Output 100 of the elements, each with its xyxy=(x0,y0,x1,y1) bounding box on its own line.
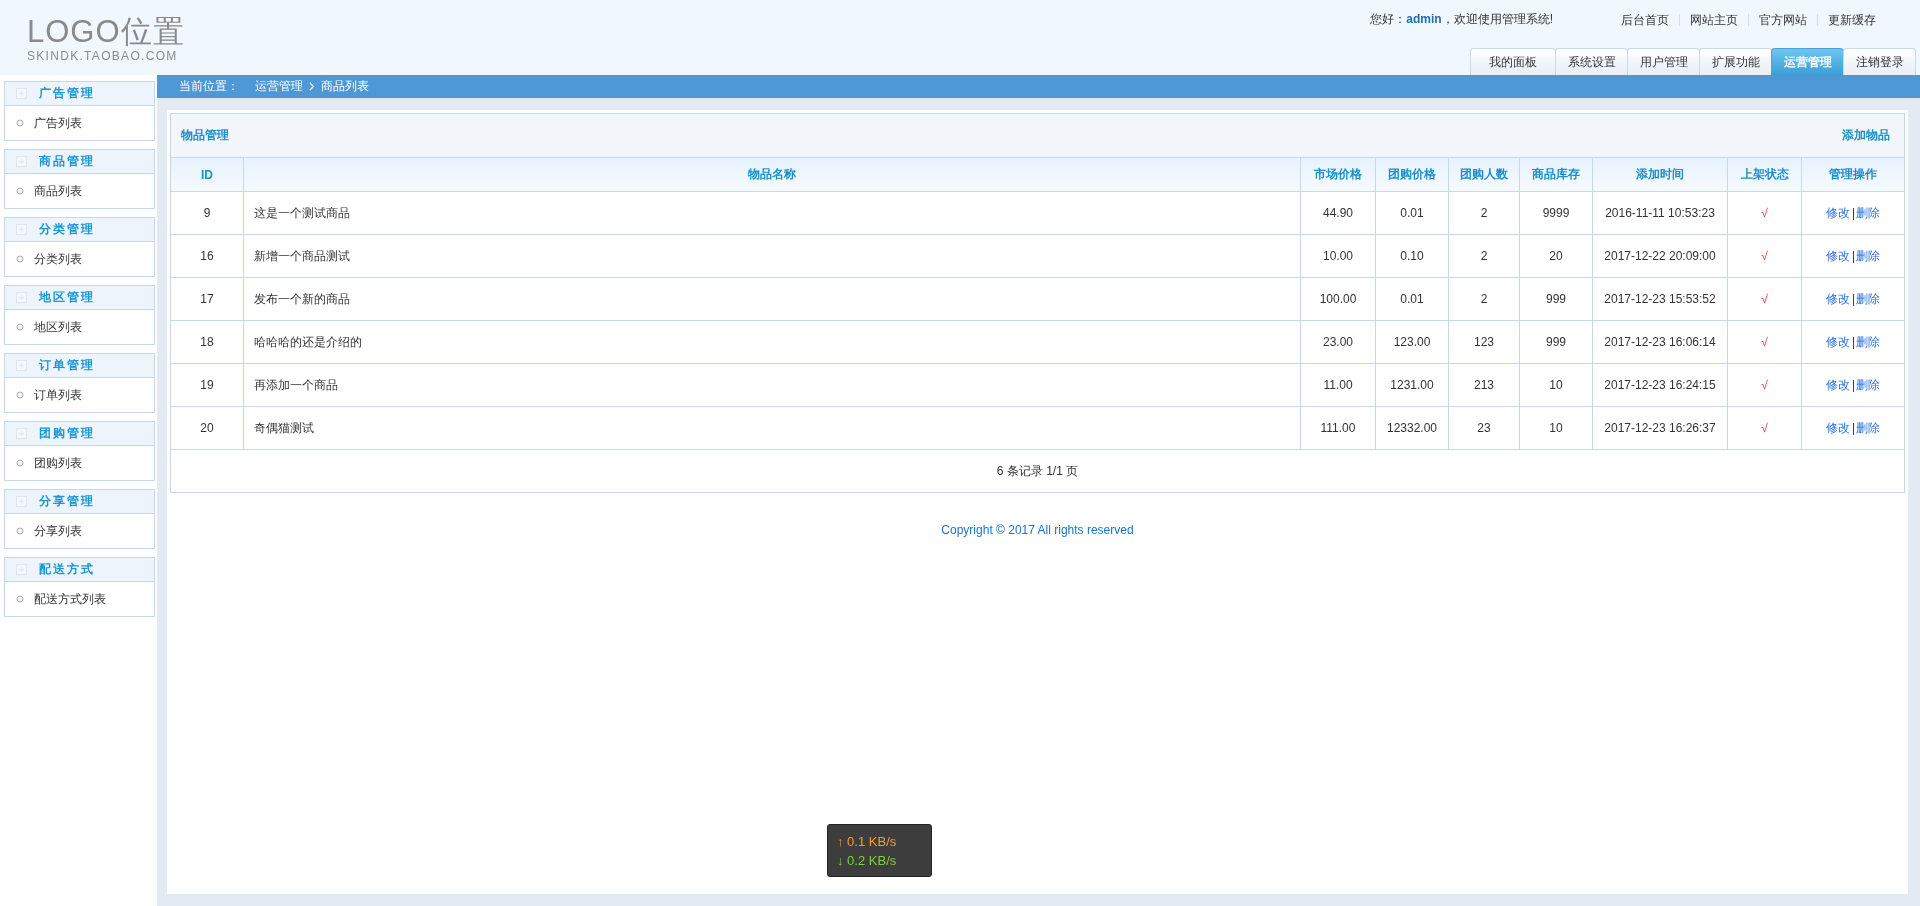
table-cell: 0.01 xyxy=(1375,191,1449,235)
sidebar-item[interactable]: 分类列表 xyxy=(5,242,154,276)
logo-subtitle: SKINDK.TAOBAO.COM xyxy=(27,49,179,63)
link-separator: | xyxy=(1851,334,1856,349)
table-cell: 0.01 xyxy=(1375,277,1449,321)
edit-link[interactable]: 修改 xyxy=(1825,377,1850,392)
table-cell: 100.00 xyxy=(1300,277,1376,321)
sidebar-item[interactable]: 商品列表 xyxy=(5,174,154,208)
table-cell: 11.00 xyxy=(1300,363,1376,407)
table-cell: 哈哈哈的还是介绍的 xyxy=(243,320,1301,364)
table-cell: 17 xyxy=(171,277,244,321)
greeting-text: 您好：admin，欢迎使用管理系统! xyxy=(1370,11,1553,28)
breadcrumb-link[interactable]: 运营管理 xyxy=(255,78,303,95)
circle-bullet-icon xyxy=(16,187,24,195)
nav-tab[interactable]: 注销登录 xyxy=(1843,48,1916,75)
column-header: 团购价格 xyxy=(1375,158,1449,192)
table-cell: 16 xyxy=(171,234,244,278)
header-link[interactable]: 更新缓存 xyxy=(1817,13,1886,26)
delete-link[interactable]: 删除 xyxy=(1856,291,1881,306)
nav-tab[interactable]: 用户管理 xyxy=(1627,48,1700,75)
nav-tab[interactable]: 我的面板 xyxy=(1470,48,1556,75)
delete-link[interactable]: 删除 xyxy=(1856,205,1881,220)
breadcrumb-link[interactable]: 商品列表 xyxy=(321,78,369,95)
delete-link[interactable]: 删除 xyxy=(1856,377,1881,392)
table-cell: 奇偶猫测试 xyxy=(243,406,1301,450)
circle-bullet-icon xyxy=(16,255,24,263)
table-cell: 44.90 xyxy=(1300,191,1376,235)
pagination-text: 6 条记录 1/1 页 xyxy=(171,449,1904,492)
table-cell: 999 xyxy=(1519,277,1593,321)
edit-link[interactable]: 修改 xyxy=(1825,205,1850,220)
table-cell: 23 xyxy=(1448,406,1520,450)
circle-bullet-icon xyxy=(16,119,24,127)
nav-tab[interactable]: 系统设置 xyxy=(1555,48,1628,75)
speed-reading: ↓ 0.2 KB/s xyxy=(837,852,898,868)
table-cell: 发布一个新的商品 xyxy=(243,277,1301,321)
table-cell: 2017-12-23 16:24:15 xyxy=(1592,363,1728,407)
link-separator: | xyxy=(1851,291,1856,306)
table-cell: 2 xyxy=(1448,234,1520,278)
table-cell: 2017-12-22 20:09:00 xyxy=(1592,234,1728,278)
table-cell: 这是一个测试商品 xyxy=(243,191,1301,235)
table-cell: 213 xyxy=(1448,363,1520,407)
table-cell: 2 xyxy=(1448,277,1520,321)
status-mark: √ xyxy=(1761,249,1768,263)
sidebar-group-header[interactable]: 分享管理 xyxy=(5,490,154,514)
table-cell: 再添加一个商品 xyxy=(243,363,1301,407)
column-header: 管理操作 xyxy=(1801,158,1904,192)
table-cell: 19 xyxy=(171,363,244,407)
edit-link[interactable]: 修改 xyxy=(1825,334,1850,349)
edit-link[interactable]: 修改 xyxy=(1825,420,1850,435)
table-cell: 新增一个商品测试 xyxy=(243,234,1301,278)
table-cell: 999 xyxy=(1519,320,1593,364)
sidebar-group-header[interactable]: 分类管理 xyxy=(5,218,154,242)
edit-link[interactable]: 修改 xyxy=(1825,248,1850,263)
table-cell: 2017-12-23 15:53:52 xyxy=(1592,277,1728,321)
sidebar-group-header[interactable]: 地区管理 xyxy=(5,286,154,310)
sidebar-group-header[interactable]: 广告管理 xyxy=(5,82,154,106)
nav-tab[interactable]: 扩展功能 xyxy=(1699,48,1772,75)
edit-link[interactable]: 修改 xyxy=(1825,291,1850,306)
status-mark: √ xyxy=(1761,292,1768,306)
table-cell: 9999 xyxy=(1519,191,1593,235)
header-link[interactable]: 官方网站 xyxy=(1748,13,1817,26)
table-cell: 111.00 xyxy=(1300,406,1376,450)
link-separator: | xyxy=(1851,420,1856,435)
header-link[interactable]: 后台首页 xyxy=(1611,13,1679,26)
sidebar-group-header[interactable]: 团购管理 xyxy=(5,422,154,446)
circle-bullet-icon xyxy=(16,527,24,535)
header-link[interactable]: 网站主页 xyxy=(1679,13,1748,26)
table-cell: 9 xyxy=(171,191,244,235)
link-separator: | xyxy=(1851,248,1856,263)
table-cell: 0.10 xyxy=(1375,234,1449,278)
delete-link[interactable]: 删除 xyxy=(1856,248,1881,263)
status-mark: √ xyxy=(1761,421,1768,435)
table-cell: 1231.00 xyxy=(1375,363,1449,407)
breadcrumb-label: 当前位置： xyxy=(179,78,239,95)
table-cell: 123.00 xyxy=(1375,320,1449,364)
sidebar-group-header[interactable]: 配送方式 xyxy=(5,558,154,582)
sidebar-item[interactable]: 团购列表 xyxy=(5,446,154,480)
sidebar-item[interactable]: 订单列表 xyxy=(5,378,154,412)
table-cell: 20 xyxy=(171,406,244,450)
column-header: 物品名称 xyxy=(243,158,1301,192)
delete-link[interactable]: 删除 xyxy=(1856,420,1881,435)
table-cell: 2017-12-23 16:06:14 xyxy=(1592,320,1728,364)
circle-bullet-icon xyxy=(16,391,24,399)
sidebar-item[interactable]: 配送方式列表 xyxy=(5,582,154,616)
sidebar-item[interactable]: 广告列表 xyxy=(5,106,154,140)
link-separator: | xyxy=(1851,377,1856,392)
sidebar-item[interactable]: 分享列表 xyxy=(5,514,154,548)
table-cell: 12332.00 xyxy=(1375,406,1449,450)
column-header: ID xyxy=(171,158,244,192)
table-cell: 123 xyxy=(1448,320,1520,364)
sidebar-item[interactable]: 地区列表 xyxy=(5,310,154,344)
delete-link[interactable]: 删除 xyxy=(1856,334,1881,349)
chevron-icon xyxy=(309,82,315,91)
status-mark: √ xyxy=(1761,378,1768,392)
sidebar-group-header[interactable]: 商品管理 xyxy=(5,150,154,174)
link-separator: | xyxy=(1851,205,1856,220)
status-mark: √ xyxy=(1761,335,1768,349)
circle-bullet-icon xyxy=(16,595,24,603)
add-item-link[interactable]: 添加物品 xyxy=(1842,127,1890,144)
sidebar-group-header[interactable]: 订单管理 xyxy=(5,354,154,378)
